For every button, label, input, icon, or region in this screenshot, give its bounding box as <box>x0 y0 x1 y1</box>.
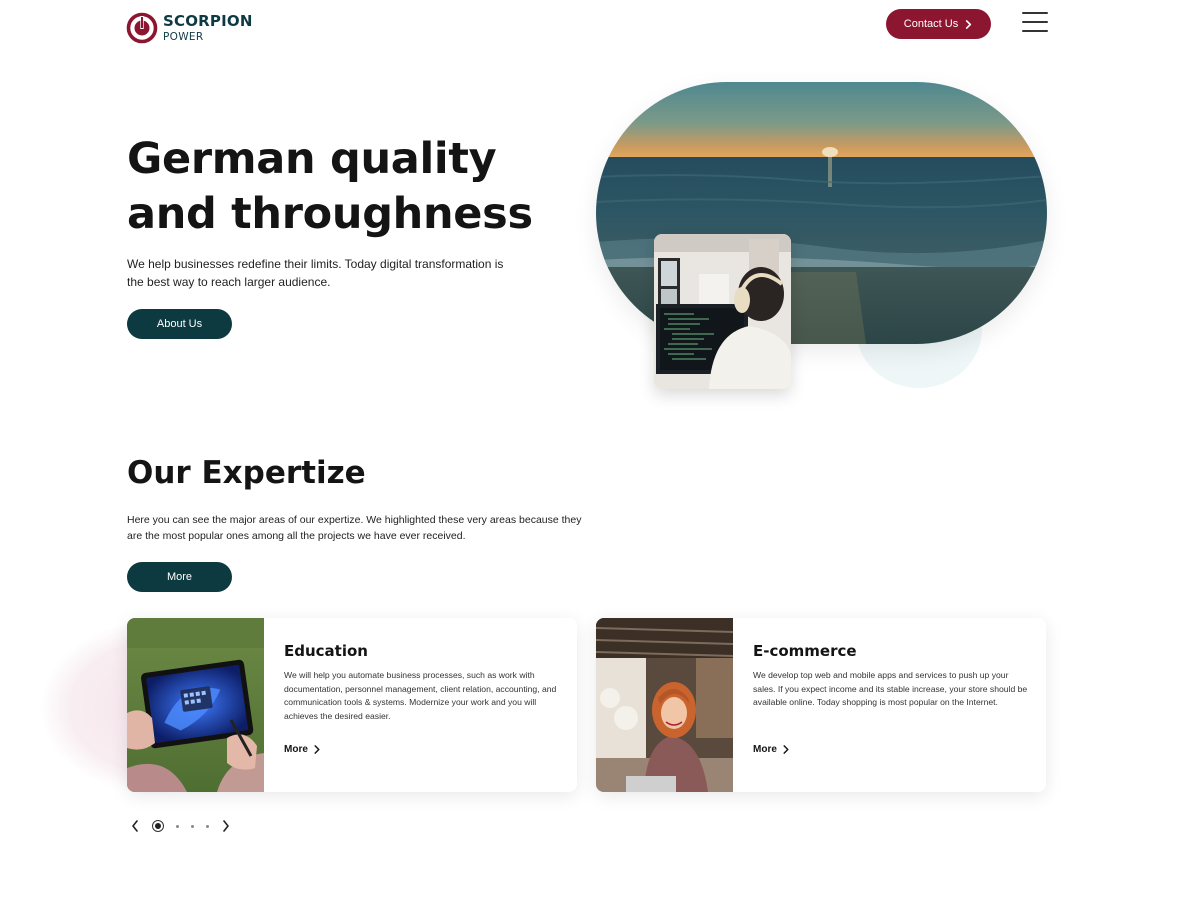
about-us-label: About Us <box>156 318 203 330</box>
card-description: We develop top web and mobile apps and s… <box>753 670 1028 708</box>
card-more-label: More <box>753 744 777 755</box>
education-image <box>127 618 264 792</box>
developer-photo <box>654 234 791 389</box>
logo-name: SCORPION <box>163 11 253 30</box>
carousel-dots <box>152 820 209 832</box>
card-description: We will help you automate business proce… <box>284 670 557 721</box>
expertise-description: Here you can see the major areas of our … <box>127 514 582 542</box>
hamburger-menu-button[interactable] <box>1022 12 1048 36</box>
power-logo-icon <box>126 12 158 44</box>
expertise-card-education: Education We will help you automate busi… <box>127 618 577 792</box>
about-us-button[interactable]: About Us <box>127 309 232 339</box>
card-title: Education <box>284 642 368 660</box>
chevron-right-icon <box>223 820 229 832</box>
expertise-more-button[interactable]: More <box>127 562 232 592</box>
hero-title: German quality and throughness <box>127 134 533 239</box>
logo-subtitle: POWER <box>163 30 204 43</box>
chevron-right-icon <box>314 745 320 754</box>
contact-us-label: Contact Us <box>903 18 959 30</box>
ecommerce-image <box>596 618 733 792</box>
logo[interactable]: SCORPION POWER <box>126 12 253 44</box>
chevron-right-icon <box>783 745 789 754</box>
hero-description: We help businesses redefine their limits… <box>127 257 504 289</box>
carousel-dot[interactable] <box>206 824 209 828</box>
expertise-title: Our Expertize <box>127 455 366 491</box>
chevron-left-icon <box>132 820 138 832</box>
expertise-more-label: More <box>166 571 193 583</box>
carousel-prev-button[interactable] <box>128 818 142 834</box>
chevron-right-icon <box>966 19 972 29</box>
carousel-dot[interactable] <box>191 824 194 828</box>
carousel-dot[interactable] <box>176 824 179 828</box>
contact-us-button[interactable]: Contact Us <box>886 9 991 39</box>
expertise-card-ecommerce: E-commerce We develop top web and mobile… <box>596 618 1046 792</box>
carousel-next-button[interactable] <box>219 818 233 834</box>
carousel-navigation <box>128 818 233 834</box>
card-more-label: More <box>284 744 308 755</box>
carousel-dot-active[interactable] <box>152 820 164 832</box>
card-more-link[interactable]: More <box>284 744 321 755</box>
card-title: E-commerce <box>753 642 857 660</box>
hamburger-icon <box>1022 12 1048 32</box>
card-more-link[interactable]: More <box>753 744 790 755</box>
